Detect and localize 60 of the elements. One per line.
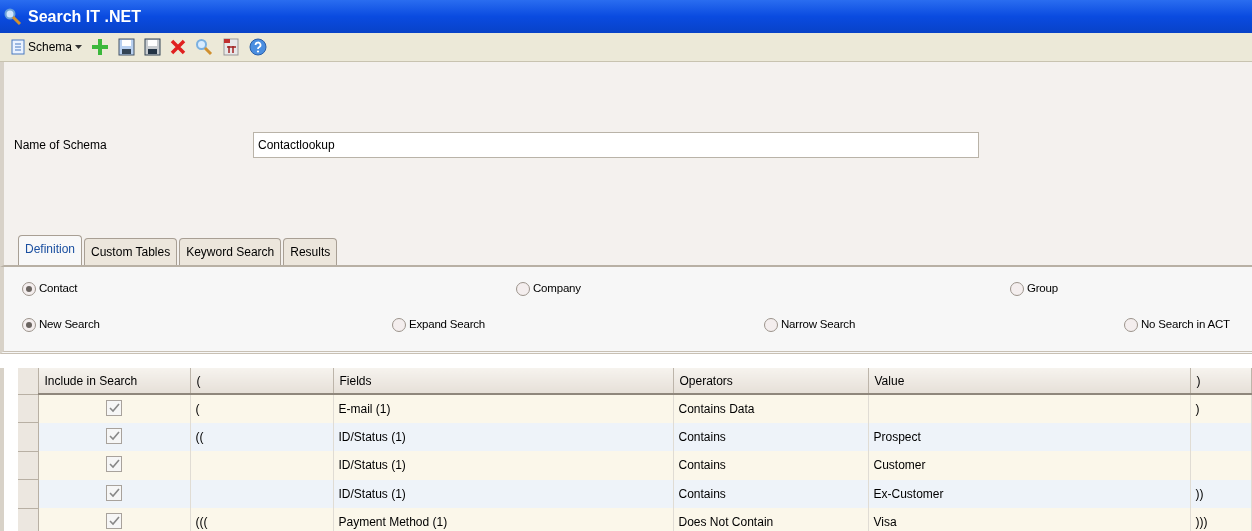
checkbox[interactable] <box>106 399 122 416</box>
column-header[interactable]: Fields <box>333 368 673 394</box>
radio-option[interactable]: Company <box>516 280 581 298</box>
radio-option[interactable]: New Search <box>22 316 100 334</box>
table-cell: Visa <box>873 515 897 530</box>
tab[interactable]: Custom Tables <box>84 238 178 265</box>
checkbox[interactable] <box>106 484 122 501</box>
plus-icon <box>91 38 110 56</box>
radio-option[interactable]: Narrow Search <box>764 316 856 334</box>
row-header[interactable] <box>18 422 38 451</box>
field-label: Name of Schema <box>13 136 108 154</box>
search-icon <box>195 38 214 56</box>
radio-option[interactable]: Expand Search <box>392 316 486 334</box>
table-cell: Ex-Customer <box>873 486 944 501</box>
tab[interactable]: Results <box>283 238 338 265</box>
table-cell: (( <box>195 429 204 444</box>
table-cell: E-mail (1) <box>338 401 391 416</box>
table-cell: Contains Data <box>678 401 755 416</box>
window-title: Search IT .NET <box>28 6 141 27</box>
column-header[interactable]: Operators <box>673 368 868 394</box>
table-cell: Customer <box>873 458 926 473</box>
row-header[interactable] <box>18 508 38 531</box>
list-icon <box>11 39 25 55</box>
table-cell: ID/Status (1) <box>338 458 406 473</box>
help-icon <box>249 38 268 56</box>
table-cell: ID/Status (1) <box>338 429 406 444</box>
row-header[interactable] <box>18 479 38 508</box>
table-cell: ( <box>195 401 200 416</box>
tab[interactable]: Definition <box>18 235 83 265</box>
table-cell: ID/Status (1) <box>338 486 406 501</box>
table-cell: Contains <box>678 486 726 501</box>
schema-name-field[interactable]: Contactlookup <box>253 131 979 158</box>
schema-menu[interactable]: Schema <box>8 38 86 56</box>
checkbox[interactable] <box>106 427 122 444</box>
table-cell: Does Not Contain <box>678 515 774 530</box>
radio-option[interactable]: Contact <box>22 280 78 298</box>
table-cell: Contains <box>678 429 726 444</box>
table-cell: ((( <box>195 515 208 530</box>
table-cell: Prospect <box>873 429 921 444</box>
column-header[interactable]: Include in Search <box>38 368 190 394</box>
tab[interactable]: Keyword Search <box>179 238 282 265</box>
checkbox[interactable] <box>106 456 122 473</box>
row-header[interactable] <box>18 394 38 423</box>
row-header <box>18 368 38 394</box>
column-header[interactable]: ( <box>190 368 333 394</box>
search-icon <box>4 7 22 26</box>
column-header[interactable]: ) <box>1190 368 1252 394</box>
checkbox[interactable] <box>106 513 122 530</box>
caret-icon <box>75 44 83 50</box>
table-cell: Contains <box>678 458 726 473</box>
close-icon <box>170 39 187 55</box>
row-header[interactable] <box>18 451 38 480</box>
radio-option[interactable]: No Search in ACT <box>1124 316 1230 334</box>
radio-option[interactable]: Group <box>1010 280 1058 298</box>
document-icon <box>222 38 241 56</box>
table-cell: Payment Method (1) <box>338 515 448 530</box>
table-cell: ))) <box>1195 515 1208 530</box>
table-cell: ) <box>1195 401 1200 416</box>
table-cell: )) <box>1195 486 1204 501</box>
column-header[interactable]: Value <box>868 368 1190 394</box>
